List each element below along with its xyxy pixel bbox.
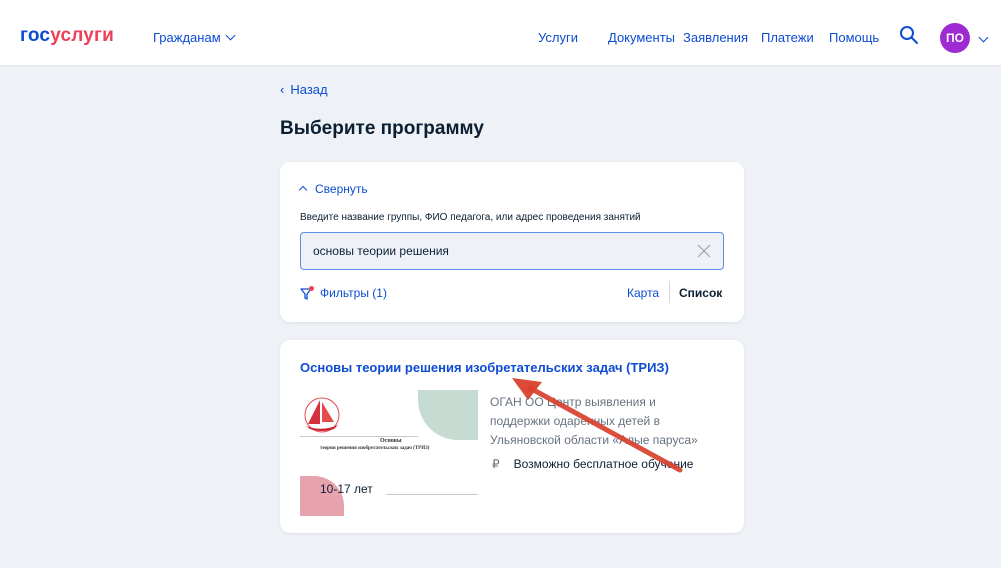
free-learning-label: Возможно бесплатное обучение xyxy=(513,457,694,471)
program-thumbnail: Основы теории решения изобретательских з… xyxy=(300,390,478,516)
nav-documents[interactable]: Документы xyxy=(608,30,675,45)
chevron-down-icon[interactable] xyxy=(978,32,989,43)
clear-icon[interactable] xyxy=(697,244,711,258)
free-learning-note: ₽ Возможно бесплатное обучение xyxy=(492,457,693,471)
nav-services[interactable]: Услуги xyxy=(538,30,578,45)
program-title[interactable]: Основы теории решения изобретательских з… xyxy=(300,360,669,375)
thumbnail-rule xyxy=(300,436,418,437)
citizens-menu[interactable]: Гражданам xyxy=(153,30,236,45)
search-hint: Введите название группы, ФИО педагога, и… xyxy=(300,212,641,223)
view-divider xyxy=(669,281,670,303)
organization-name: ОГАН ОО Центр выявления и поддержки одар… xyxy=(490,395,698,447)
search-input[interactable]: основы теории решения xyxy=(300,232,724,270)
avatar[interactable]: ПО xyxy=(940,23,970,53)
thumbnail-shape xyxy=(418,390,478,440)
logo-part-uslugi: услуги xyxy=(50,25,115,46)
map-view-link[interactable]: Карта xyxy=(627,286,659,300)
thumbnail-rule xyxy=(386,494,478,495)
filter-icon xyxy=(300,286,314,300)
chevron-down-icon xyxy=(225,30,236,41)
search-icon[interactable] xyxy=(899,25,919,45)
thumbnail-age: 10-17 лет xyxy=(320,482,373,496)
page-title: Выберите программу xyxy=(280,118,484,139)
nav-payments[interactable]: Платежи xyxy=(761,30,814,45)
chevron-left-icon: ‹ xyxy=(280,82,285,97)
citizens-menu-label: Гражданам xyxy=(153,30,221,45)
collapse-label: Свернуть xyxy=(315,182,368,196)
nav-applications[interactable]: Заявления xyxy=(683,30,748,45)
logo-part-gos: гос xyxy=(20,25,51,46)
list-view-link[interactable]: Список xyxy=(679,286,722,300)
nav-help[interactable]: Помощь xyxy=(829,30,879,45)
ruble-icon: ₽ xyxy=(492,457,500,471)
gosuslugi-logo[interactable]: госуслуги xyxy=(20,25,114,47)
back-label: Назад xyxy=(290,82,328,97)
chevron-up-icon xyxy=(298,185,308,195)
header: госуслуги Гражданам Услуги Документы Зая… xyxy=(0,9,1001,65)
filters-label: Фильтры (1) xyxy=(320,286,387,300)
search-input-value: основы теории решения xyxy=(313,244,449,258)
search-card: Свернуть Введите название группы, ФИО пе… xyxy=(280,162,744,322)
sailboat-logo-icon xyxy=(304,397,340,433)
thumbnail-title: Основы xyxy=(380,438,402,444)
back-link[interactable]: ‹ Назад xyxy=(280,82,328,97)
thumbnail-subtitle: теории решения изобретательских задач (Т… xyxy=(320,446,430,451)
top-strip xyxy=(0,0,1001,9)
collapse-toggle[interactable]: Свернуть xyxy=(298,182,368,196)
program-card[interactable]: Основы теории решения изобретательских з… xyxy=(280,340,744,533)
